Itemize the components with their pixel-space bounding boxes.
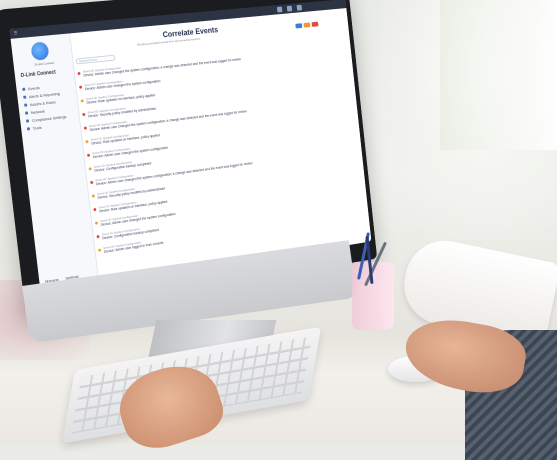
window-light <box>440 0 557 150</box>
error-status-icon <box>90 180 94 185</box>
secondary-action-button[interactable] <box>303 22 311 28</box>
event-list: Event ID: Applied Configuration Device: A… <box>77 42 368 260</box>
warning-status-icon <box>85 140 89 144</box>
warning-status-icon <box>91 194 95 198</box>
error-status-icon <box>79 85 83 89</box>
assets-icon <box>24 102 28 107</box>
pen-holder <box>352 232 394 330</box>
brand-logo-icon <box>30 41 50 61</box>
warning-status-icon <box>80 99 84 103</box>
error-status-icon <box>93 207 97 212</box>
alerts-icon <box>23 95 27 99</box>
events-icon <box>22 87 26 91</box>
sidebar-nav: Events Alerts & Reporting Assets & Rules… <box>22 82 68 134</box>
error-status-icon <box>77 71 81 76</box>
network-icon <box>24 110 29 115</box>
error-status-icon <box>83 126 87 130</box>
settings-icon[interactable] <box>286 5 293 12</box>
error-status-icon <box>87 153 91 157</box>
action-buttons <box>295 21 319 29</box>
user-name: D-Link Connect <box>20 69 57 80</box>
notification-icon[interactable] <box>276 6 283 13</box>
sidebar-item-label: Assets & Rules <box>29 98 56 107</box>
error-status-icon <box>96 234 100 239</box>
brand-name: D-Link Connect <box>34 60 55 67</box>
delete-action-button[interactable] <box>311 21 319 27</box>
warning-status-icon <box>98 248 102 252</box>
primary-action-button[interactable] <box>295 23 303 29</box>
sidebar-item-label: Network <box>30 108 46 115</box>
sidebar-item-label: Events <box>27 84 40 91</box>
search-input[interactable]: Search Events <box>75 54 116 65</box>
warning-status-icon <box>94 221 98 225</box>
sidebar-item-label: Tools <box>32 124 42 131</box>
tools-icon <box>26 126 31 131</box>
error-status-icon <box>82 112 86 117</box>
compliance-icon <box>25 118 30 123</box>
warning-status-icon <box>88 167 92 171</box>
menu-icon[interactable]: ☰ <box>13 30 17 35</box>
user-icon[interactable] <box>296 4 303 11</box>
